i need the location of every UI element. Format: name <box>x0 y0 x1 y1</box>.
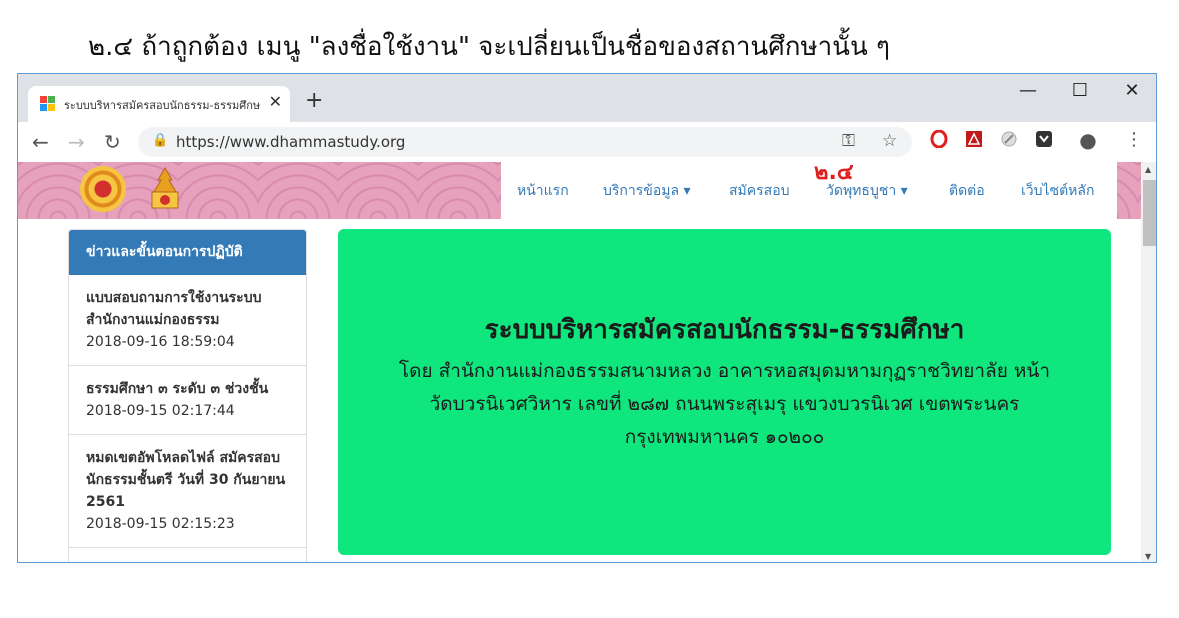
tab-strip: ระบบบริหารสมัครสอบนักธรรม-ธรรมศึกษ ✕ + —… <box>18 74 1156 122</box>
news-item[interactable]: ธรรมศึกษา ๓ ระดับ ๓ ช่วงชั้น 2018-09-15 … <box>69 366 306 435</box>
site-banner: หน้าแรก บริการข้อมูล ▾ สมัครสอบ วัดพุทธบ… <box>18 162 1141 219</box>
news-date: 2018-09-15 02:17:44 <box>86 403 235 419</box>
key-icon[interactable]: ⚿ <box>842 131 855 151</box>
news-date: 2018-09-15 02:15:23 <box>86 516 235 532</box>
news-item[interactable]: แบบสอบถามการใช้งานระบบสำนักงานแม่กองธรรม… <box>69 275 306 366</box>
back-button[interactable]: ← <box>32 130 49 154</box>
browser-menu-icon[interactable]: ⋮ <box>1124 130 1144 150</box>
download-extension-icon[interactable] <box>1034 130 1054 150</box>
page-scrollbar[interactable]: ▲ ▼ <box>1141 162 1156 562</box>
hero-address: โดย สำนักงานแม่กองธรรมสนามหลวง อาคารหอสม… <box>398 360 1051 448</box>
url-text[interactable]: https://www.dhammastudy.org <box>176 133 405 151</box>
pdf-extension-icon[interactable] <box>964 130 984 150</box>
browser-window: ระบบบริหารสมัครสอบนักธรรม-ธรรมศึกษ ✕ + —… <box>17 73 1157 563</box>
nav-register[interactable]: สมัครสอบ <box>729 180 790 202</box>
window-close-button[interactable]: ✕ <box>1112 80 1152 101</box>
scroll-thumb[interactable] <box>1143 180 1156 246</box>
news-date: 2018-09-16 18:59:04 <box>86 334 235 350</box>
news-title[interactable]: แบบสอบถามการใช้งานระบบสำนักงานแม่กองธรรม <box>86 287 290 331</box>
compass-extension-icon[interactable] <box>999 130 1019 150</box>
minimize-button[interactable]: — <box>1008 80 1048 101</box>
profile-icon[interactable]: ● <box>1078 130 1098 150</box>
address-bar[interactable]: 🔒 https://www.dhammastudy.org ⚿ ☆ <box>138 127 912 157</box>
dharma-wheel-logo <box>80 166 126 212</box>
scroll-down-icon[interactable]: ▼ <box>1145 552 1151 561</box>
browser-tab[interactable]: ระบบบริหารสมัครสอบนักธรรม-ธรรมศึกษ ✕ <box>28 86 290 122</box>
nav-home[interactable]: หน้าแรก <box>517 180 569 202</box>
web-page: หน้าแรก บริการข้อมูล ▾ สมัครสอบ วัดพุทธบ… <box>18 162 1141 562</box>
document-caption: ๒.๔ ถ้าถูกต้อง เมนู "ลงชื่อใช้งาน" จะเปล… <box>88 32 890 62</box>
sidebar-heading: ข่าวและขั้นตอนการปฏิบัติ <box>69 230 306 275</box>
news-title[interactable]: หมดเขตอัพโหลดไฟล์ สมัครสอบ นักธรรมชั้นตร… <box>86 447 290 513</box>
forward-button[interactable]: → <box>68 130 85 154</box>
news-sidebar: ข่าวและขั้นตอนการปฏิบัติ แบบสอบถามการใช้… <box>68 229 307 562</box>
step-marker-annotation: ๒.๔ <box>814 162 854 185</box>
site-favicon-icon <box>40 96 56 112</box>
tab-title: ระบบบริหารสมัครสอบนักธรรม-ธรรมศึกษ <box>64 99 261 112</box>
news-item[interactable]: หมดเขตอัพโหลดไฟล์ สมัครสอบ นักธรรมชั้นตร… <box>69 435 306 548</box>
reload-button[interactable]: ↻ <box>104 130 121 154</box>
bookmark-star-icon[interactable]: ☆ <box>882 131 897 151</box>
tab-close-icon[interactable]: ✕ <box>269 92 282 111</box>
nav-services[interactable]: บริการข้อมูล ▾ <box>603 180 691 202</box>
browser-toolbar: ← → ↻ 🔒 https://www.dhammastudy.org ⚿ ☆ <box>18 122 1156 163</box>
opera-extension-icon[interactable] <box>929 129 949 150</box>
new-tab-button[interactable]: + <box>305 88 323 113</box>
hero-panel: ระบบบริหารสมัครสอบนักธรรม-ธรรมศึกษา โดย … <box>338 229 1111 555</box>
lock-icon: 🔒 <box>152 133 169 148</box>
main-nav-menu: หน้าแรก บริการข้อมูล ▾ สมัครสอบ วัดพุทธบ… <box>501 162 1117 219</box>
scroll-up-icon[interactable]: ▲ <box>1145 165 1151 174</box>
maximize-button[interactable]: ☐ <box>1060 80 1100 101</box>
hero-title: ระบบบริหารสมัครสอบนักธรรม-ธรรมศึกษา <box>484 315 965 345</box>
nav-contact[interactable]: ติดต่อ <box>949 180 985 202</box>
nav-main-website[interactable]: เว็บไซต์หลัก <box>1021 180 1094 202</box>
news-title[interactable]: ธรรมศึกษา ๓ ระดับ ๓ ช่วงชั้น <box>86 378 290 400</box>
temple-emblem-logo <box>151 167 179 209</box>
